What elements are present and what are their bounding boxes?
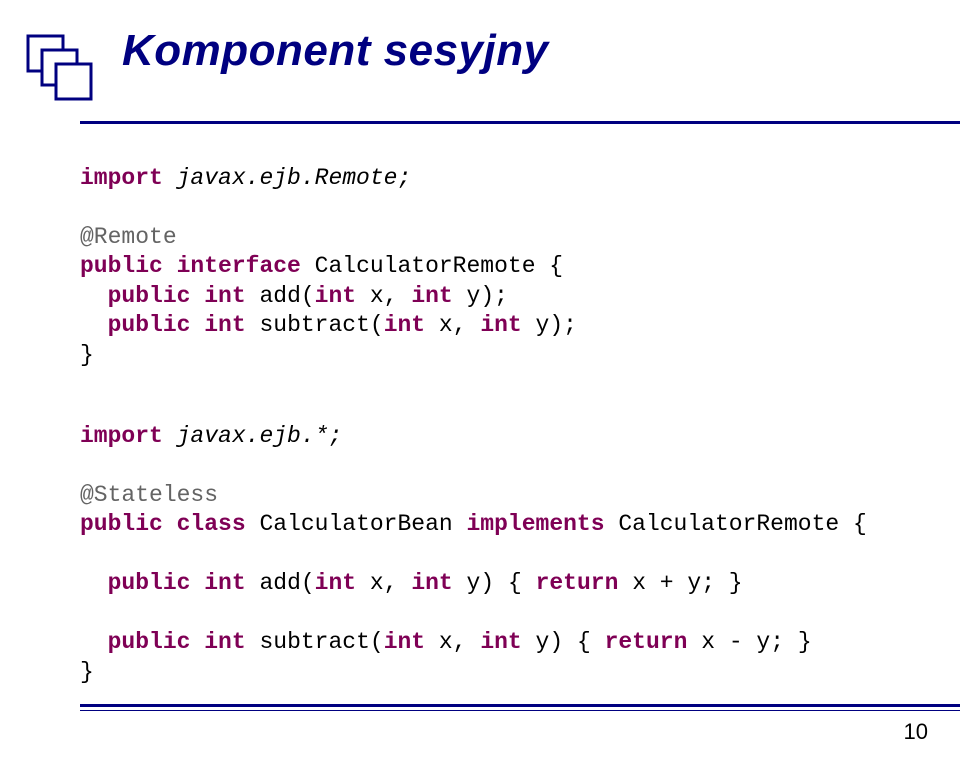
code-text: } [80,659,94,685]
page-number: 10 [904,719,928,745]
keyword-interface: interface [163,253,301,279]
indent [80,629,108,655]
keyword-return: return [605,629,688,655]
indent [80,312,108,338]
indent [80,570,108,596]
keyword-int: int [315,283,356,309]
keyword-int: int [480,312,521,338]
annotation-remote: @Remote [80,224,177,250]
keyword-public: public [80,511,163,537]
keyword-int: int [190,283,245,309]
keyword-public: public [108,629,191,655]
indent [80,283,108,309]
code-text: CalculatorRemote { [301,253,563,279]
code-text: x, [356,283,411,309]
code-text: add( [246,570,315,596]
keyword-import: import [80,423,163,449]
keyword-public: public [80,253,163,279]
title-underline [80,121,960,124]
keyword-return: return [536,570,619,596]
code-text: add( [246,283,315,309]
code-text: CalculatorRemote { [605,511,867,537]
header-row: Komponent sesyjny [22,26,910,113]
code-text: javax.ejb.*; [163,423,342,449]
keyword-int: int [190,570,245,596]
code-text: x - y; } [687,629,811,655]
code-text: javax.ejb.Remote; [163,165,411,191]
content-area: import javax.ejb.Remote; @Remote public … [80,164,910,687]
code-text: subtract( [246,629,384,655]
keyword-public: public [108,570,191,596]
footer-rule-thick [80,704,960,707]
code-text: x + y; } [618,570,742,596]
keyword-int: int [480,629,521,655]
keyword-public: public [108,312,191,338]
code-block-2: import javax.ejb.*; @Stateless public cl… [80,422,910,687]
code-text: } [80,342,94,368]
code-text: x, [425,629,480,655]
code-block-1: import javax.ejb.Remote; @Remote public … [80,164,910,370]
keyword-public: public [108,283,191,309]
keyword-int: int [411,283,452,309]
code-text: subtract( [246,312,384,338]
code-text: y); [453,283,508,309]
keyword-int: int [384,629,425,655]
footer-rule-thin [80,710,960,711]
keyword-int: int [384,312,425,338]
code-text: y) { [522,629,605,655]
keyword-int: int [190,629,245,655]
keyword-class: class [163,511,246,537]
code-text: CalculatorBean [246,511,467,537]
code-text: x, [356,570,411,596]
keyword-import: import [80,165,163,191]
keyword-int: int [315,570,356,596]
keyword-int: int [190,312,245,338]
code-text: x, [425,312,480,338]
code-text: y) { [453,570,536,596]
keyword-implements: implements [467,511,605,537]
keyword-int: int [411,570,452,596]
page-title: Komponent sesyjny [122,26,549,76]
logo-icon [22,30,100,113]
code-text: y); [522,312,577,338]
annotation-stateless: @Stateless [80,482,218,508]
